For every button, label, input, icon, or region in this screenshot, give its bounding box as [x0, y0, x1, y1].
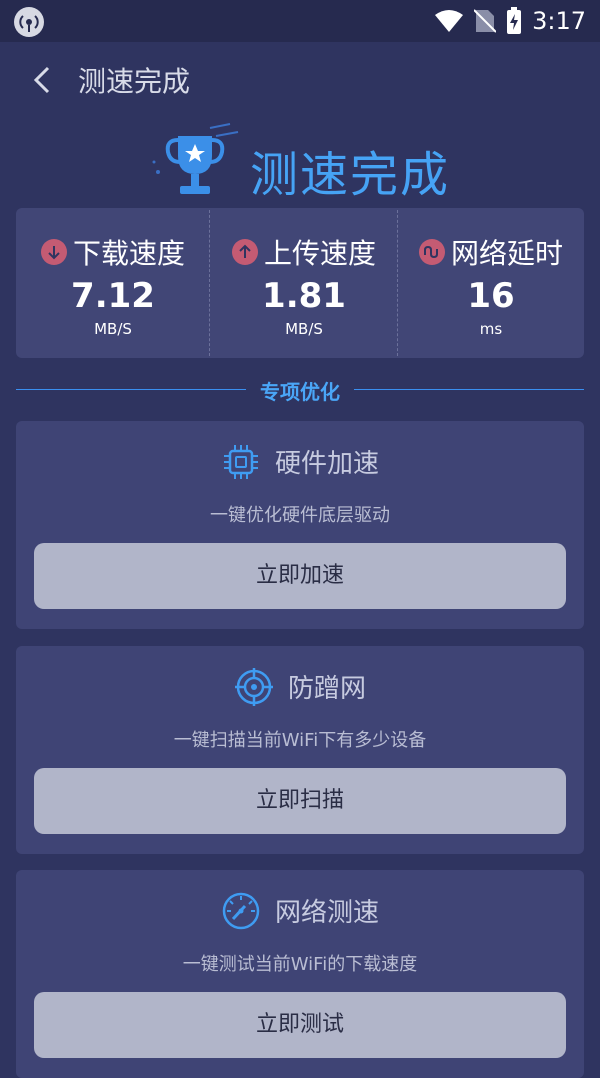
arrow-down-icon — [40, 239, 67, 265]
stat-unit: ms — [479, 320, 503, 338]
stat-label: 网络延时 — [450, 237, 563, 270]
stat-value: 16 — [467, 276, 515, 316]
hotspot-icon — [14, 7, 44, 37]
chevron-left-icon — [33, 66, 50, 94]
speed-stats-panel: 下载速度 7.12 MB/S 上传速度 1.81 MB/S 网络延时 16 ms — [16, 208, 584, 358]
stat-latency: 网络延时 16 ms — [398, 208, 584, 358]
clock: 3:17 — [532, 7, 586, 35]
section-title: 专项优化 — [260, 380, 340, 404]
stat-label: 下载速度 — [72, 237, 185, 270]
no-sim-icon — [474, 9, 497, 33]
status-bar: 3:17 — [0, 0, 600, 42]
test-now-button[interactable]: 立即测试 — [34, 992, 566, 1058]
arrow-up-icon — [231, 239, 258, 265]
boost-now-button[interactable]: 立即加速 — [34, 543, 566, 609]
card-title: 硬件加速 — [274, 449, 379, 479]
back-button[interactable] — [26, 62, 62, 98]
chip-icon — [221, 442, 261, 482]
card-hardware-boost: 硬件加速 一键优化硬件底层驱动 立即加速 — [16, 421, 584, 629]
stat-download: 下载速度 7.12 MB/S — [16, 208, 210, 358]
stat-value: 7.12 — [71, 276, 155, 316]
speedometer-icon — [221, 891, 261, 931]
wifi-icon — [435, 10, 464, 32]
top-bar: 测速完成 — [0, 42, 600, 120]
card-anti-leech: 防蹭网 一键扫描当前WiFi下有多少设备 立即扫描 — [16, 646, 584, 854]
trophy-icon — [150, 122, 240, 202]
card-speed-test: 网络测速 一键测试当前WiFi的下载速度 立即测试 — [16, 870, 584, 1078]
stat-unit: MB/S — [285, 320, 323, 338]
card-description: 一键优化硬件底层驱动 — [210, 505, 390, 526]
battery-charging-icon — [507, 7, 522, 34]
hero-title: 测速完成 — [250, 147, 451, 203]
divider-line — [354, 389, 584, 390]
wave-icon — [418, 239, 445, 265]
stat-upload: 上传速度 1.81 MB/S — [210, 208, 398, 358]
section-header: 专项优化 — [16, 374, 584, 406]
scan-now-button[interactable]: 立即扫描 — [34, 768, 566, 834]
card-title: 防蹭网 — [287, 674, 366, 704]
card-title: 网络测速 — [274, 898, 379, 928]
target-icon — [234, 667, 274, 707]
stat-label: 上传速度 — [263, 237, 376, 270]
card-description: 一键测试当前WiFi的下载速度 — [182, 954, 418, 975]
page-title: 测速完成 — [78, 65, 191, 98]
stat-value: 1.81 — [262, 276, 346, 316]
stat-unit: MB/S — [94, 320, 132, 338]
card-description: 一键扫描当前WiFi下有多少设备 — [173, 730, 427, 751]
